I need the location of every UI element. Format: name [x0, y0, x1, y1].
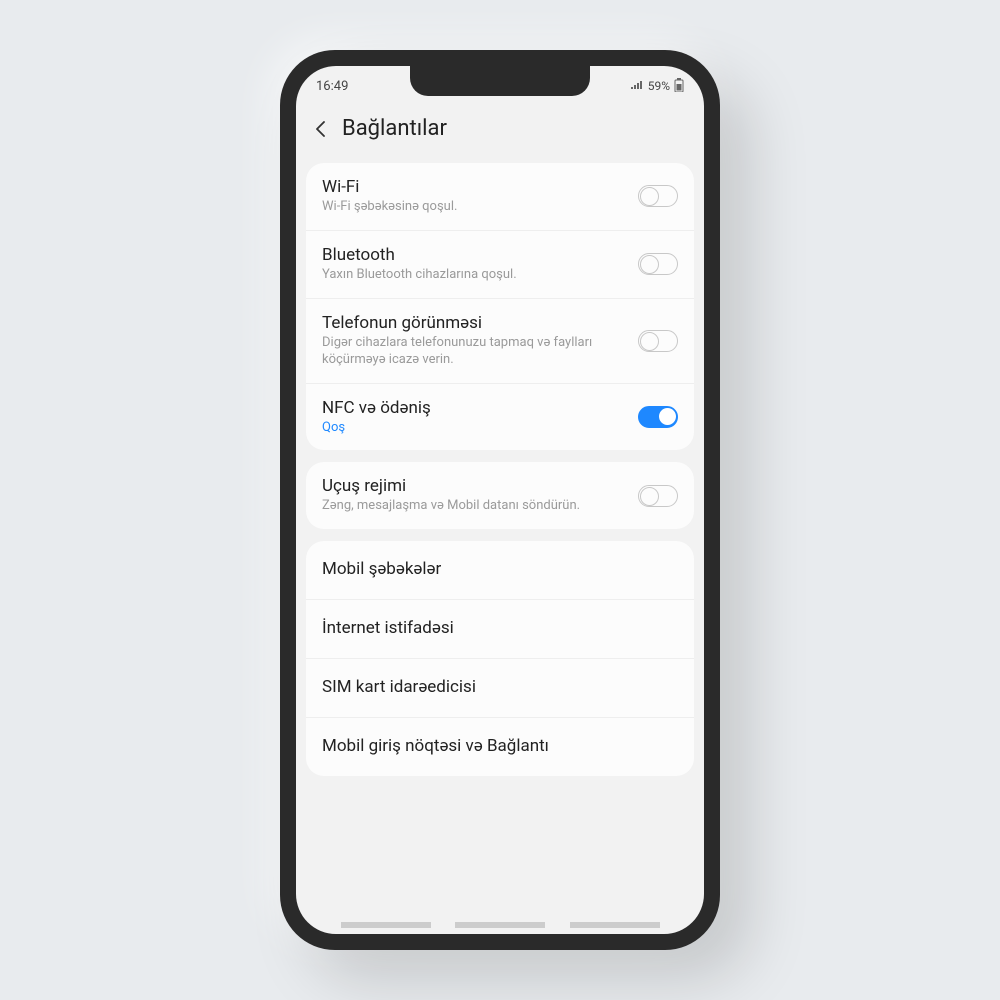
mobile-networks-title: Mobil şəbəkələr	[322, 559, 678, 579]
nav-back-button[interactable]	[570, 922, 660, 928]
nav-recent-button[interactable]	[341, 922, 431, 928]
flight-mode-subtitle: Zəng, mesajlaşma və Mobil datanı söndürü…	[322, 498, 638, 515]
phone-screen: 16:49 59% Bağlantılar Wi-Fi	[296, 66, 704, 934]
settings-group-1: Wi-Fi Wi-Fi şəbəkəsinə qoşul. Bluetooth …	[306, 163, 694, 450]
wifi-subtitle: Wi-Fi şəbəkəsinə qoşul.	[322, 199, 638, 216]
settings-group-3: Mobil şəbəkələr İnternet istifadəsi SIM …	[306, 541, 694, 776]
wifi-row[interactable]: Wi-Fi Wi-Fi şəbəkəsinə qoşul.	[306, 163, 694, 231]
mobile-networks-row[interactable]: Mobil şəbəkələr	[306, 541, 694, 600]
bluetooth-row[interactable]: Bluetooth Yaxın Bluetooth cihazlarına qo…	[306, 231, 694, 299]
wifi-toggle[interactable]	[638, 185, 678, 207]
data-usage-title: İnternet istifadəsi	[322, 618, 678, 638]
flight-mode-toggle[interactable]	[638, 485, 678, 507]
nfc-toggle[interactable]	[638, 406, 678, 428]
phone-frame: 16:49 59% Bağlantılar Wi-Fi	[280, 50, 720, 950]
battery-text: 59%	[648, 79, 670, 93]
wifi-title: Wi-Fi	[322, 177, 638, 197]
bluetooth-toggle[interactable]	[638, 253, 678, 275]
phone-visibility-row[interactable]: Telefonun görünməsi Digər cihazlara tele…	[306, 299, 694, 384]
flight-mode-title: Uçuş rejimi	[322, 476, 638, 496]
sim-manager-title: SIM kart idarəedicisi	[322, 677, 678, 697]
nfc-title: NFC və ödəniş	[322, 398, 638, 418]
bluetooth-title: Bluetooth	[322, 245, 638, 265]
phone-visibility-subtitle: Digər cihazlara telefonunuzu tapmaq və f…	[322, 335, 638, 369]
status-right: 59%	[630, 78, 684, 95]
back-icon[interactable]	[310, 118, 332, 140]
page-title: Bağlantılar	[342, 116, 447, 141]
hotspot-title: Mobil giriş nöqtəsi və Bağlantı	[322, 736, 678, 756]
bluetooth-subtitle: Yaxın Bluetooth cihazlarına qoşul.	[322, 267, 638, 284]
content-area: Wi-Fi Wi-Fi şəbəkəsinə qoşul. Bluetooth …	[296, 163, 704, 776]
phone-visibility-toggle[interactable]	[638, 330, 678, 352]
flight-mode-row[interactable]: Uçuş rejimi Zəng, mesajlaşma və Mobil da…	[306, 462, 694, 529]
nfc-subtitle: Qoş	[322, 420, 638, 437]
android-nav-bar	[296, 922, 704, 928]
sim-manager-row[interactable]: SIM kart idarəedicisi	[306, 659, 694, 718]
nav-home-button[interactable]	[455, 922, 545, 928]
battery-icon	[674, 78, 684, 95]
page-header: Bağlantılar	[296, 100, 704, 163]
phone-notch	[410, 66, 590, 96]
settings-group-2: Uçuş rejimi Zəng, mesajlaşma və Mobil da…	[306, 462, 694, 529]
signal-icon	[630, 79, 644, 93]
nfc-row[interactable]: NFC və ödəniş Qoş	[306, 384, 694, 451]
phone-visibility-title: Telefonun görünməsi	[322, 313, 638, 333]
status-time: 16:49	[316, 79, 348, 94]
data-usage-row[interactable]: İnternet istifadəsi	[306, 600, 694, 659]
hotspot-row[interactable]: Mobil giriş nöqtəsi və Bağlantı	[306, 718, 694, 776]
